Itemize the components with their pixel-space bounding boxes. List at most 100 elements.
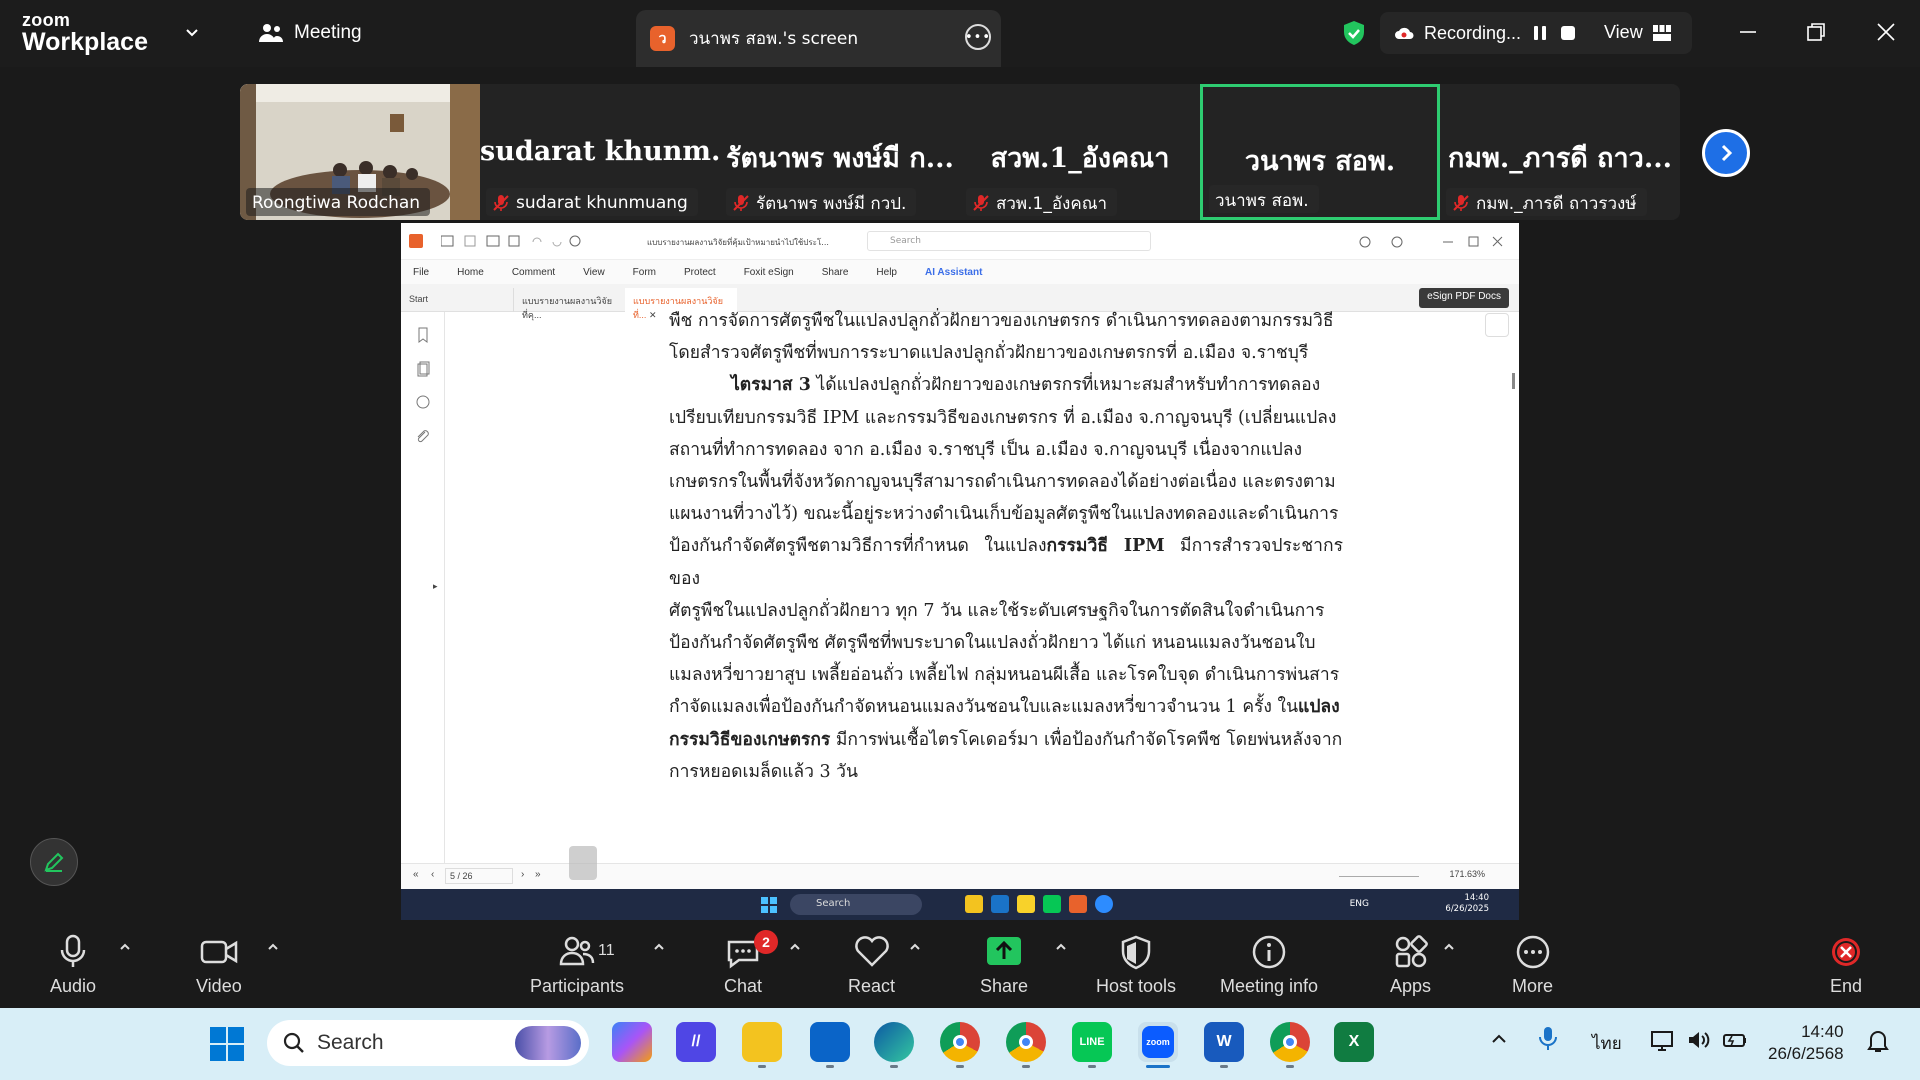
pages-icon[interactable] <box>415 361 431 377</box>
meeting-menu-button[interactable]: Meeting <box>258 22 362 44</box>
menu-view[interactable]: View <box>583 267 605 278</box>
zoom-level[interactable]: 171.63% <box>1449 869 1485 879</box>
participant-name-label: Roongtiwa Rodchan <box>246 188 431 216</box>
copilot-icon[interactable] <box>612 1022 652 1062</box>
shield-icon <box>1121 935 1151 970</box>
attachment-icon[interactable] <box>415 429 431 445</box>
volume-icon[interactable] <box>1686 1028 1710 1052</box>
menu-protect[interactable]: Protect <box>684 267 716 278</box>
participant-name-label: วนาพร สอพ. <box>1209 185 1319 213</box>
participants-button[interactable]: 11 Participants <box>530 926 624 1008</box>
menu-form[interactable]: Form <box>633 267 656 278</box>
stop-icon[interactable] <box>1559 24 1577 42</box>
share-screen-button[interactable]: Share <box>980 926 1028 1008</box>
minimize-icon[interactable] <box>1734 18 1762 46</box>
share-options-caret[interactable] <box>1054 940 1068 954</box>
react-options-caret[interactable] <box>908 940 922 954</box>
page-number-field[interactable]: 5 / 26 <box>445 868 513 884</box>
menu-file[interactable]: File <box>413 267 429 278</box>
audio-button[interactable]: Audio <box>50 926 96 1008</box>
line-icon[interactable]: LINE <box>1072 1022 1112 1068</box>
chrome-icon-2[interactable] <box>1270 1022 1310 1068</box>
headset-icon[interactable] <box>1485 313 1509 337</box>
end-meeting-button[interactable]: End <box>1828 926 1864 1008</box>
video-label: Video <box>196 976 242 996</box>
zoom-slider[interactable] <box>1339 876 1419 877</box>
close-icon[interactable] <box>1872 18 1900 46</box>
excel-icon[interactable]: X <box>1334 1022 1374 1062</box>
edge-icon[interactable] <box>874 1022 914 1068</box>
next-page-button[interactable] <box>1702 129 1750 177</box>
meeting-controls-bar: Audio Video 11 Participants 2 Chat React… <box>0 926 1920 1008</box>
chat-options-caret[interactable] <box>788 940 802 954</box>
pdf-scrollbar[interactable] <box>1512 373 1515 389</box>
menu-ai-assistant[interactable]: AI Assistant <box>925 267 982 278</box>
more-button[interactable]: More <box>1512 926 1553 1008</box>
meeting-info-button[interactable]: Meeting info <box>1220 926 1318 1008</box>
participant-tile[interactable]: sudarat khunm... sudarat khunmuang <box>480 84 720 220</box>
file-explorer-icon[interactable] <box>742 1022 782 1068</box>
menu-help[interactable]: Help <box>876 267 897 278</box>
zoom-taskbar-icon[interactable]: zoom <box>1138 1022 1178 1068</box>
view-button[interactable]: View <box>1604 22 1671 43</box>
more-options-icon[interactable]: ••• <box>965 24 991 50</box>
participant-tile[interactable]: สวพ.1_อังคณา สวพ.1_อังคณา <box>960 84 1200 220</box>
input-language[interactable]: ไทย <box>1592 1030 1622 1057</box>
expand-panel-icon[interactable]: ▸ <box>433 582 438 592</box>
shared-screen-view[interactable]: แบบรายงานผลงานวิจัยที่คุ้มเป้าหมายนำไปใช… <box>401 223 1519 920</box>
apps-options-caret[interactable] <box>1442 940 1456 954</box>
participant-tile[interactable]: รัตนาพร พงษ์มี ก... รัตนาพร พงษ์มี กวป. <box>720 84 960 220</box>
next-page-icon[interactable]: › <box>521 869 524 880</box>
pause-icon[interactable] <box>1531 24 1549 42</box>
word-icon[interactable]: W <box>1204 1022 1244 1068</box>
close-tab-icon[interactable]: ✕ <box>649 310 657 320</box>
video-options-caret[interactable] <box>266 940 280 954</box>
last-page-icon[interactable]: » <box>535 869 541 880</box>
doc-bold-plot: แปลง <box>1298 697 1340 718</box>
audio-options-caret[interactable] <box>118 940 132 954</box>
chrome-icon[interactable] <box>940 1022 980 1068</box>
taskbar-clock[interactable]: 14:40 26/6/2568 <box>1768 1021 1844 1065</box>
menu-foxit-esign[interactable]: Foxit eSign <box>744 267 794 278</box>
tab-start[interactable]: Start <box>401 288 513 312</box>
menu-home[interactable]: Home <box>457 267 484 278</box>
restore-icon[interactable] <box>1802 18 1830 46</box>
taskbar-search-box[interactable]: Search <box>267 1020 589 1066</box>
react-button[interactable]: React <box>848 926 895 1008</box>
tab-document-1[interactable]: แบบรายงานผลงานวิจัยที่คุ... <box>513 288 625 320</box>
menu-comment[interactable]: Comment <box>512 267 555 278</box>
chrome-profile-icon[interactable] <box>1006 1022 1046 1068</box>
doc-line-text: ได้แปลงปลูกถั่วฝักยาวของเกษตรกรที่เหมาะส… <box>810 375 1321 396</box>
windows-start-icon[interactable] <box>209 1026 245 1062</box>
esign-button[interactable]: eSign PDF Docs <box>1419 288 1509 308</box>
battery-icon[interactable] <box>1722 1028 1748 1052</box>
chevron-down-icon[interactable] <box>184 24 200 40</box>
pdf-search-input[interactable]: Search <box>867 231 1151 251</box>
first-page-icon[interactable]: « <box>413 869 419 880</box>
menu-share[interactable]: Share <box>822 267 849 278</box>
comments-icon[interactable] <box>415 395 431 411</box>
apps-button[interactable]: Apps <box>1390 926 1431 1008</box>
zoom-workplace-logo[interactable]: zoom Workplace <box>22 11 148 55</box>
notification-bell-icon[interactable] <box>1866 1028 1890 1054</box>
participant-tile-active-speaker[interactable]: วนาพร สอพ. วนาพร สอพ. <box>1200 84 1440 220</box>
outlook-icon[interactable] <box>810 1022 850 1068</box>
bookmark-icon[interactable] <box>415 327 431 343</box>
participant-name: Roongtiwa Rodchan <box>252 193 421 213</box>
host-tools-button[interactable]: Host tools <box>1096 926 1176 1008</box>
doc-line: โดยสำรวจศัตรูพืชที่พบการระบาดแปลงปลูกถั่… <box>669 343 1309 364</box>
participant-tile[interactable]: กมพ._ภารดี ถาว... กมพ._ภารดี ถาวรวงษ์ <box>1440 84 1680 220</box>
participant-tile-video[interactable]: Roongtiwa Rodchan <box>240 84 480 220</box>
annotate-button[interactable] <box>30 838 78 886</box>
meeting-label: Meeting <box>294 22 362 43</box>
teams-icon[interactable]: // <box>676 1022 716 1062</box>
video-button[interactable]: Video <box>196 926 242 1008</box>
network-icon[interactable] <box>1650 1028 1674 1052</box>
participants-options-caret[interactable] <box>652 940 666 954</box>
prev-page-icon[interactable]: ‹ <box>431 869 434 880</box>
tray-microphone-icon[interactable] <box>1538 1026 1558 1052</box>
chat-button[interactable]: 2 Chat <box>724 926 778 1008</box>
show-hidden-icons-caret[interactable] <box>1490 1030 1508 1048</box>
pdf-window-controls[interactable] <box>1357 235 1507 249</box>
shared-screen-tab[interactable]: ว วนาพร สอพ.'s screen ••• <box>636 10 1001 67</box>
